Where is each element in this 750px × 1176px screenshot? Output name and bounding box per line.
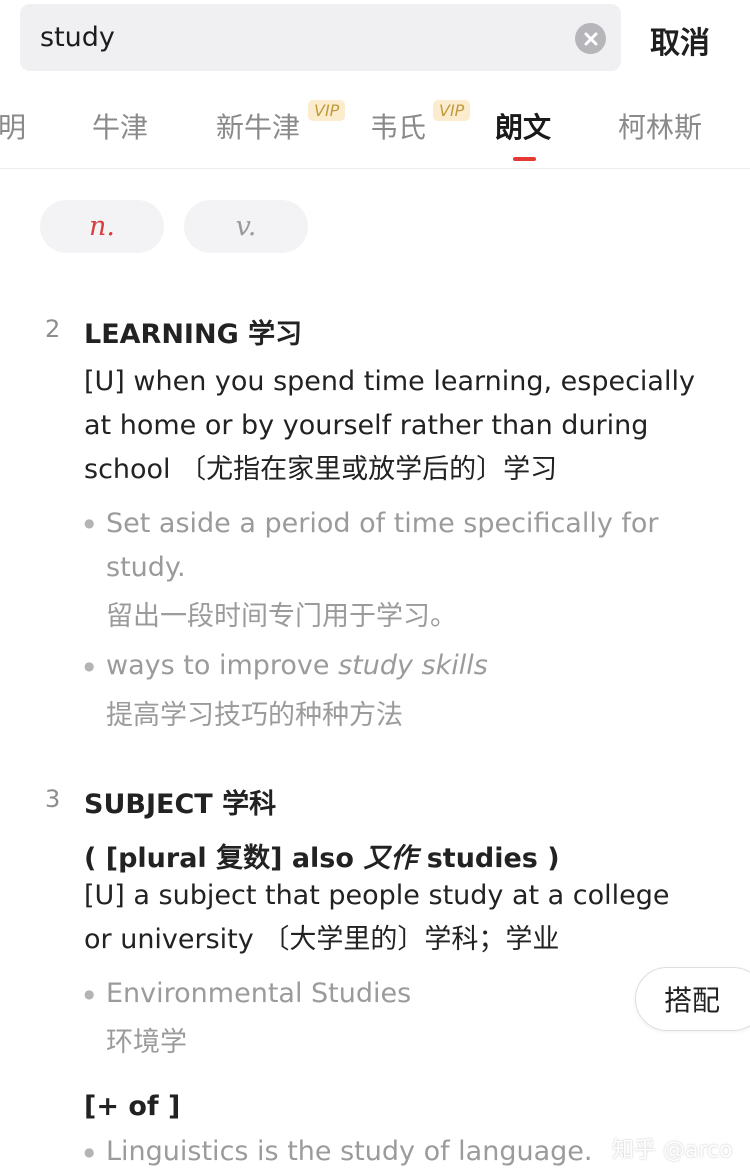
example-en: Set aside a period of time specifically … [106, 508, 659, 583]
cancel-button[interactable]: 取消 [650, 18, 710, 62]
sense-heading: SUBJECT 学科 [84, 789, 277, 820]
sense-number: 2 [45, 315, 61, 343]
example-zh: 提高学习技巧的种种方法 [106, 700, 403, 731]
tab-ming[interactable]: 明 [0, 106, 26, 146]
sense-definition: [U] when you spend time learning, especi… [84, 366, 695, 485]
example-en: Environmental Studies [106, 978, 412, 1009]
sense-heading: LEARNING 学习 [84, 319, 303, 350]
search-box[interactable]: study [20, 4, 621, 71]
example-en-text: ways to improve [106, 650, 339, 681]
example-bullet: ● [84, 516, 95, 530]
example-zh: 留出一段时间专门用于学习。 [106, 601, 457, 632]
example-bullet: ● [84, 1145, 95, 1159]
grammar-also: 又作 [363, 843, 418, 874]
example-en-keyword: study skills [338, 650, 488, 681]
tab-new-oxford[interactable]: 新牛津 [216, 106, 300, 146]
pos-chip-noun[interactable]: n. [40, 200, 164, 253]
watermark: 知乎 @arco [612, 1138, 733, 1163]
grammar-pattern: [+ of ] [84, 1091, 181, 1122]
active-tab-indicator [513, 157, 536, 161]
example-bullet: ● [84, 987, 95, 1001]
search-input[interactable]: study [40, 22, 115, 53]
example-en: ways to improve study skills [106, 644, 666, 688]
clear-circle-icon [584, 32, 597, 45]
tab-collins[interactable]: 柯林斯 [618, 106, 702, 146]
grammar-prefix: ( [plural 复数] also [84, 843, 364, 874]
example-bullet: ● [84, 659, 95, 673]
collocation-button[interactable]: 搭配 [635, 967, 750, 1031]
tab-oxford[interactable]: 牛津 [92, 106, 148, 146]
vip-badge: VIP [308, 100, 346, 121]
tab-longman[interactable]: 朗文 [495, 106, 551, 146]
clear-search-button[interactable] [575, 23, 606, 54]
grammar-note: ( [plural 复数] also 又作 studies ) [84, 836, 560, 875]
grammar-suffix: studies ) [417, 843, 560, 874]
sense-definition: [U] a subject that people study at a col… [84, 880, 670, 955]
pos-chip-verb[interactable]: v. [184, 200, 308, 253]
example-zh: 环境学 [106, 1027, 187, 1058]
example-en: Linguistics is the study of language. [106, 1136, 593, 1167]
tab-divider [0, 168, 750, 169]
sense-number: 3 [45, 785, 61, 813]
tab-webster[interactable]: 韦氏 [370, 106, 426, 146]
vip-badge: VIP [433, 100, 471, 121]
